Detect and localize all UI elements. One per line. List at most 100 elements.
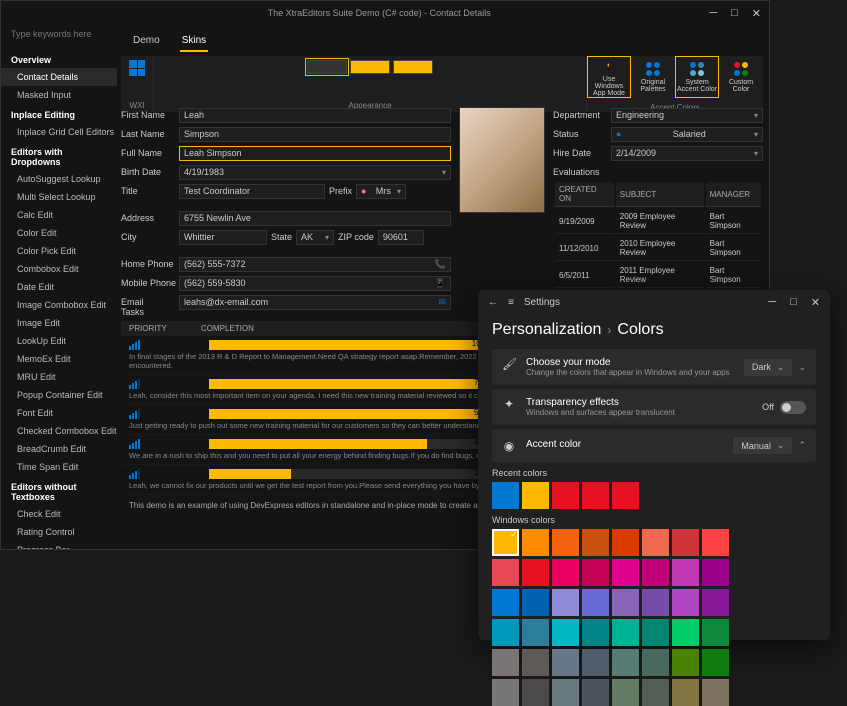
contact-photo[interactable] bbox=[459, 107, 545, 213]
color-swatch[interactable] bbox=[582, 589, 609, 616]
table-row[interactable]: 6/5/20112011 Employee ReviewBart Simpson bbox=[555, 263, 761, 288]
color-swatch[interactable] bbox=[672, 589, 699, 616]
sidebar-item[interactable]: BreadCrumb Edit bbox=[1, 440, 117, 458]
color-swatch[interactable] bbox=[492, 589, 519, 616]
color-swatch[interactable] bbox=[642, 679, 669, 706]
color-swatch[interactable] bbox=[702, 529, 729, 556]
color-swatch[interactable] bbox=[702, 619, 729, 646]
color-swatch[interactable] bbox=[552, 649, 579, 676]
color-swatch[interactable] bbox=[582, 559, 609, 586]
sidebar-item[interactable]: Multi Select Lookup bbox=[1, 188, 117, 206]
skin-swatch[interactable] bbox=[307, 60, 347, 74]
sidebar-item[interactable]: Image Combobox Edit bbox=[1, 296, 117, 314]
mode-dropdown[interactable]: Dark⌄ bbox=[744, 359, 793, 376]
eval-col-header[interactable]: MANAGER bbox=[706, 182, 761, 207]
wxi-icon[interactable] bbox=[129, 60, 145, 76]
sidebar-item[interactable]: Inplace Grid Cell Editors bbox=[1, 123, 117, 141]
sidebar-item[interactable]: Color Pick Edit bbox=[1, 242, 117, 260]
state-input[interactable]: AK▾ bbox=[296, 230, 334, 245]
original-palettes-button[interactable]: Original Palettes bbox=[631, 56, 675, 98]
title-input[interactable]: Test Coordinator bbox=[179, 184, 325, 199]
close-icon[interactable]: ✕ bbox=[752, 7, 761, 20]
skin-swatch[interactable] bbox=[393, 60, 433, 74]
color-swatch[interactable] bbox=[552, 559, 579, 586]
color-swatch[interactable] bbox=[522, 679, 549, 706]
color-swatch[interactable] bbox=[522, 649, 549, 676]
color-swatch[interactable] bbox=[552, 589, 579, 616]
chevron-down-icon[interactable]: ▾ bbox=[754, 130, 758, 139]
phone-icon[interactable]: 📞 bbox=[435, 259, 446, 270]
department-input[interactable]: Engineering▾ bbox=[611, 108, 763, 123]
color-swatch[interactable] bbox=[552, 679, 579, 706]
prefix-input[interactable]: ●Mrs▾ bbox=[356, 184, 406, 199]
color-swatch[interactable] bbox=[672, 559, 699, 586]
transparency-toggle[interactable] bbox=[780, 401, 806, 414]
sidebar-item[interactable]: Color Edit bbox=[1, 224, 117, 242]
sidebar-item[interactable]: Popup Container Edit bbox=[1, 386, 117, 404]
color-swatch[interactable] bbox=[582, 649, 609, 676]
chevron-up-icon[interactable]: ⌃ bbox=[798, 440, 806, 451]
sidebar-item[interactable]: Masked Input bbox=[1, 86, 117, 104]
color-swatch[interactable] bbox=[702, 649, 729, 676]
color-swatch[interactable] bbox=[582, 529, 609, 556]
color-swatch[interactable] bbox=[522, 619, 549, 646]
color-swatch[interactable] bbox=[612, 559, 639, 586]
color-swatch[interactable] bbox=[552, 529, 579, 556]
eval-col-header[interactable]: CREATED ON bbox=[555, 182, 614, 207]
zip-input[interactable]: 90601 bbox=[378, 230, 424, 245]
color-swatch[interactable] bbox=[492, 529, 519, 556]
lastname-input[interactable]: Simpson bbox=[179, 127, 451, 142]
color-swatch[interactable] bbox=[642, 589, 669, 616]
city-input[interactable]: Whittier bbox=[179, 230, 267, 245]
color-swatch[interactable] bbox=[492, 619, 519, 646]
firstname-input[interactable]: Leah bbox=[179, 108, 451, 123]
color-swatch[interactable] bbox=[492, 482, 519, 509]
custom-color-button[interactable]: Custom Color bbox=[719, 56, 763, 98]
address-input[interactable]: 6755 Newlin Ave bbox=[179, 211, 451, 226]
color-swatch[interactable] bbox=[582, 679, 609, 706]
chevron-down-icon[interactable]: ▾ bbox=[442, 168, 446, 177]
hiredate-input[interactable]: 2/14/2009▾ bbox=[611, 146, 763, 161]
setting-mode[interactable]: 🖌Choose your modeChange the colors that … bbox=[492, 349, 816, 385]
tab-skins[interactable]: Skins bbox=[180, 31, 208, 52]
system-accent-button[interactable]: System Accent Color bbox=[675, 56, 719, 98]
color-swatch[interactable] bbox=[552, 482, 579, 509]
color-swatch[interactable] bbox=[702, 589, 729, 616]
chevron-down-icon[interactable]: ▾ bbox=[754, 149, 758, 158]
sidebar-item[interactable]: MRU Edit bbox=[1, 368, 117, 386]
color-swatch[interactable] bbox=[612, 589, 639, 616]
app-mode-button[interactable]: ◐ Use Windows App Mode bbox=[587, 56, 631, 98]
minimize-icon[interactable]: ─ bbox=[709, 7, 717, 20]
color-swatch[interactable] bbox=[672, 529, 699, 556]
color-swatch[interactable] bbox=[642, 559, 669, 586]
sidebar-item[interactable]: Font Edit bbox=[1, 404, 117, 422]
color-swatch[interactable] bbox=[522, 559, 549, 586]
sidebar-item[interactable]: Contact Details bbox=[1, 68, 117, 86]
color-swatch[interactable] bbox=[612, 679, 639, 706]
chevron-down-icon[interactable]: ⌄ bbox=[798, 362, 806, 373]
sidebar-item[interactable]: Rating Control bbox=[1, 523, 117, 541]
sidebar-item[interactable]: Time Span Edit bbox=[1, 458, 117, 476]
fullname-input[interactable]: Leah Simpson bbox=[179, 146, 451, 161]
back-icon[interactable]: ← bbox=[488, 297, 498, 308]
table-row[interactable]: 11/12/20102010 Employee ReviewBart Simps… bbox=[555, 236, 761, 261]
table-row[interactable]: 9/19/20092009 Employee ReviewBart Simpso… bbox=[555, 209, 761, 234]
chevron-down-icon[interactable]: ▾ bbox=[397, 187, 401, 196]
eval-col-header[interactable]: SUBJECT bbox=[616, 182, 704, 207]
sidebar-item[interactable]: Combobox Edit bbox=[1, 260, 117, 278]
mobile-icon[interactable]: 📱 bbox=[435, 278, 446, 289]
sidebar-item[interactable]: Image Edit bbox=[1, 314, 117, 332]
accent-dropdown[interactable]: Manual⌄ bbox=[733, 437, 792, 454]
status-input[interactable]: ●Salaried▾ bbox=[611, 127, 763, 142]
close-icon[interactable]: ✕ bbox=[811, 296, 820, 309]
color-swatch[interactable] bbox=[642, 649, 669, 676]
sidebar-item[interactable]: AutoSuggest Lookup bbox=[1, 170, 117, 188]
search-input[interactable] bbox=[11, 29, 111, 39]
sidebar-item[interactable]: LookUp Edit bbox=[1, 332, 117, 350]
mail-icon[interactable]: ✉ bbox=[438, 297, 446, 308]
crumb-personalization[interactable]: Personalization bbox=[492, 321, 601, 338]
tab-demo[interactable]: Demo bbox=[131, 31, 162, 52]
color-swatch[interactable] bbox=[672, 679, 699, 706]
skin-swatch[interactable] bbox=[350, 60, 390, 74]
color-swatch[interactable] bbox=[642, 619, 669, 646]
